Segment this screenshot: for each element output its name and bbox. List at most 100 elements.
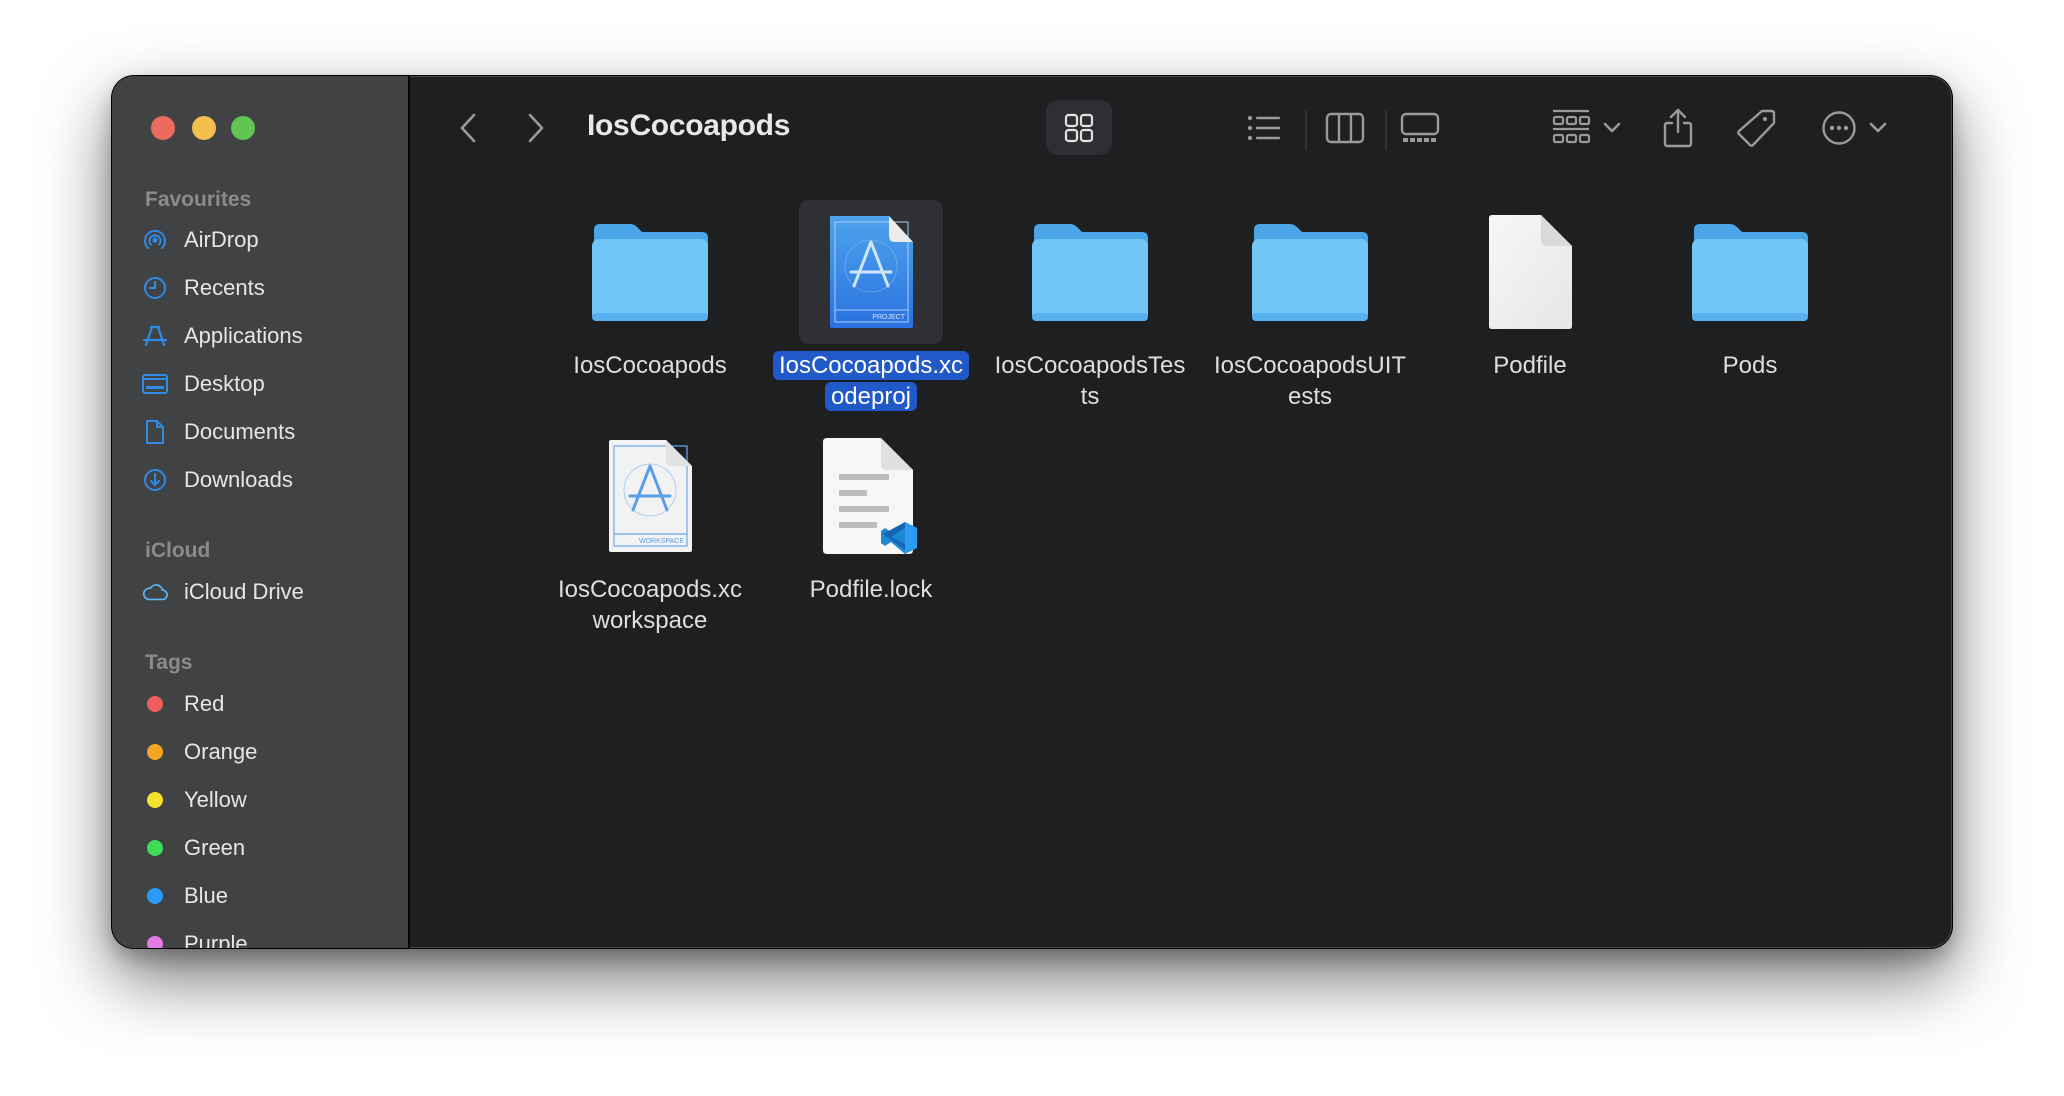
sidebar-item-label: Yellow bbox=[184, 787, 247, 812]
svg-text:PROJECT: PROJECT bbox=[872, 314, 905, 321]
tag-button[interactable] bbox=[1734, 100, 1778, 155]
folder-icon bbox=[592, 224, 708, 321]
sidebar-item-label: Red bbox=[184, 691, 225, 716]
gallery-view-button[interactable] bbox=[1398, 100, 1442, 155]
tag-icon bbox=[1737, 109, 1776, 147]
chevron-right-icon bbox=[528, 113, 544, 143]
sidebar-header-tags: Tags bbox=[145, 651, 193, 674]
chevron-down-icon bbox=[1603, 122, 1621, 132]
sidebar-header-favourites: Favourites bbox=[145, 188, 252, 211]
file-item-folder[interactable]: Pods bbox=[1645, 200, 1855, 381]
share-icon bbox=[1663, 108, 1693, 147]
minimize-button[interactable] bbox=[192, 116, 216, 140]
desktop-icon bbox=[142, 371, 168, 397]
finder-window: Favourites AirDrop Recents Applications … bbox=[112, 76, 1952, 948]
tag-dot-icon bbox=[147, 792, 163, 808]
file-name: IosCocoapodsUIT ests bbox=[1213, 352, 1407, 410]
zoom-button[interactable] bbox=[231, 116, 255, 140]
sidebar-item-label: Blue bbox=[184, 883, 229, 908]
tag-dot-icon bbox=[147, 696, 163, 712]
list-icon bbox=[1247, 115, 1281, 140]
sidebar-item-documents[interactable]: Documents bbox=[142, 412, 392, 452]
sidebar-item-label: Desktop bbox=[184, 371, 265, 396]
sidebar-tag-green[interactable]: Green bbox=[142, 828, 392, 868]
icon-view-button[interactable] bbox=[1046, 100, 1112, 155]
list-view-button[interactable] bbox=[1242, 100, 1286, 155]
grid-icon bbox=[1064, 113, 1094, 142]
back-button[interactable] bbox=[450, 108, 486, 148]
file-name: Podfile.lock bbox=[809, 576, 933, 603]
sidebar-tag-blue[interactable]: Blue bbox=[142, 876, 392, 916]
sidebar-tag-yellow[interactable]: Yellow bbox=[142, 780, 392, 820]
sidebar-item-icloud-drive[interactable]: iCloud Drive bbox=[142, 572, 392, 612]
tag-dot-icon bbox=[147, 888, 163, 904]
clock-icon bbox=[142, 275, 168, 301]
sidebar-tag-orange[interactable]: Orange bbox=[142, 732, 392, 772]
svg-text:WORKSPACE: WORKSPACE bbox=[639, 538, 684, 545]
folder-icon bbox=[1692, 224, 1808, 321]
column-view-button[interactable] bbox=[1322, 100, 1368, 155]
sidebar-item-label: Green bbox=[184, 835, 246, 860]
gallery-icon bbox=[1400, 112, 1440, 142]
sidebar-item-label: AirDrop bbox=[184, 227, 259, 252]
group-by-button[interactable] bbox=[1548, 100, 1624, 155]
file-name: IosCocoapods bbox=[573, 352, 727, 379]
tag-dot-icon bbox=[147, 744, 163, 760]
document-icon bbox=[1489, 215, 1572, 329]
chevron-left-icon bbox=[460, 113, 476, 143]
file-name: IosCocoapods.xc workspace bbox=[557, 576, 743, 634]
file-item-folder[interactable]: IosCocoapods bbox=[545, 200, 755, 381]
content-area: IosCocoapods IosCocoapods PROJECT IosCoc… bbox=[410, 76, 1952, 948]
close-button[interactable] bbox=[151, 116, 175, 140]
sidebar-item-label: Documents bbox=[184, 419, 296, 444]
chevron-down-icon bbox=[1869, 122, 1887, 132]
sidebar-header-icloud: iCloud bbox=[145, 539, 211, 562]
sidebar-item-label: Applications bbox=[184, 323, 303, 348]
tag-dot-icon bbox=[147, 936, 163, 948]
file-item-xcworkspace[interactable]: WORKSPACE IosCocoapods.xc workspace bbox=[545, 424, 755, 636]
window-title: IosCocoapods bbox=[587, 109, 791, 142]
file-item-vscode-document[interactable]: Podfile.lock bbox=[766, 424, 976, 605]
sidebar-item-label: Downloads bbox=[184, 467, 293, 492]
document-icon bbox=[142, 419, 168, 445]
applications-icon bbox=[142, 323, 168, 349]
more-icon bbox=[1822, 110, 1856, 145]
forward-button[interactable] bbox=[518, 108, 554, 148]
sidebar-tag-purple[interactable]: Purple bbox=[142, 924, 392, 948]
tag-dot-icon bbox=[147, 840, 163, 856]
file-item-document[interactable]: Podfile bbox=[1425, 200, 1635, 381]
columns-icon bbox=[1325, 112, 1365, 143]
toolbar-divider bbox=[1305, 110, 1307, 150]
sidebar-item-downloads[interactable]: Downloads bbox=[142, 460, 392, 500]
sidebar-item-desktop[interactable]: Desktop bbox=[142, 364, 392, 404]
sidebar-item-label: Recents bbox=[184, 275, 265, 300]
cloud-icon bbox=[142, 579, 168, 605]
vscode-document-icon bbox=[823, 438, 917, 554]
xcode-workspace-icon: WORKSPACE bbox=[609, 440, 692, 552]
folder-icon bbox=[1032, 224, 1148, 321]
sidebar-item-label: Purple bbox=[184, 931, 248, 948]
sidebar-item-recents[interactable]: Recents bbox=[142, 268, 392, 308]
file-item-folder[interactable]: IosCocoapodsTes ts bbox=[985, 200, 1195, 412]
sidebar-tag-red[interactable]: Red bbox=[142, 684, 392, 724]
toolbar-divider bbox=[1385, 110, 1387, 150]
folder-icon bbox=[1252, 224, 1368, 321]
group-icon bbox=[1552, 109, 1591, 143]
sidebar-item-label: iCloud Drive bbox=[184, 579, 304, 604]
file-name: Pods bbox=[1722, 352, 1778, 379]
share-button[interactable] bbox=[1658, 100, 1698, 155]
xcode-project-icon: PROJECT bbox=[830, 216, 913, 328]
download-icon bbox=[142, 467, 168, 493]
file-name: IosCocoapods.xc odeproj bbox=[769, 350, 973, 412]
sidebar: Favourites AirDrop Recents Applications … bbox=[112, 76, 410, 948]
sidebar-item-applications[interactable]: Applications bbox=[142, 316, 392, 356]
file-item-folder[interactable]: IosCocoapodsUIT ests bbox=[1205, 200, 1415, 412]
sidebar-item-airdrop[interactable]: AirDrop bbox=[142, 220, 392, 260]
sidebar-item-label: Orange bbox=[184, 739, 258, 764]
file-name: Podfile bbox=[1493, 352, 1567, 379]
more-actions-button[interactable] bbox=[1814, 100, 1894, 155]
selection-highlight: PROJECT bbox=[799, 200, 943, 344]
file-name: IosCocoapodsTes ts bbox=[994, 352, 1186, 410]
file-item-xcodeproj[interactable]: PROJECT IosCocoapods.xc odeproj bbox=[766, 200, 976, 412]
airdrop-icon bbox=[142, 227, 168, 253]
